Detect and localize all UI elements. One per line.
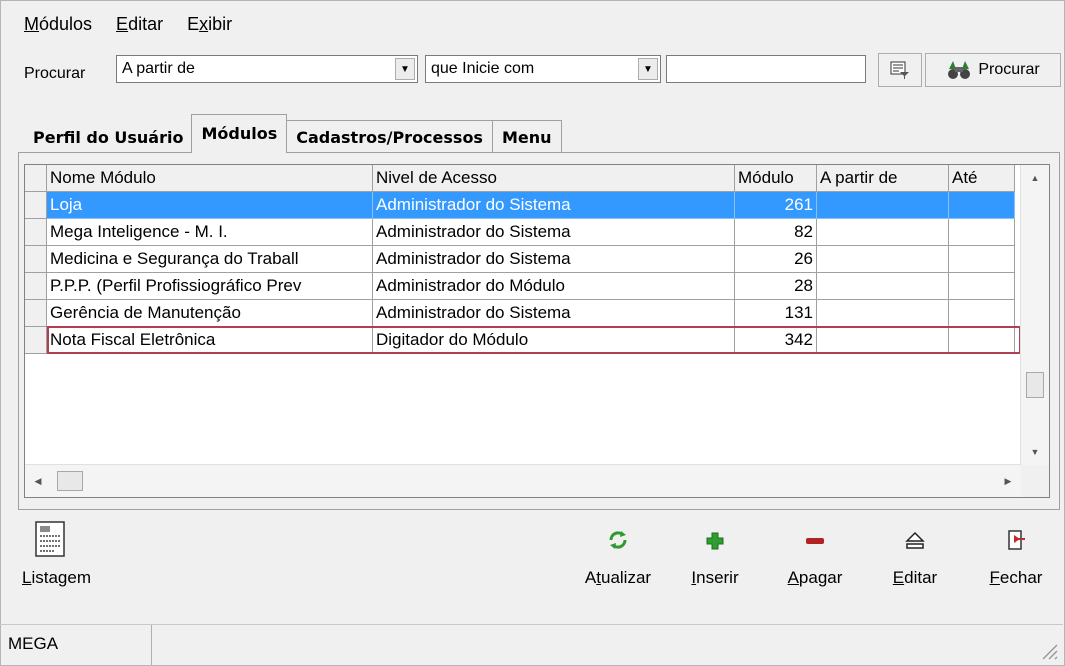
cell-a-partir-de[interactable] (817, 327, 949, 354)
cell-nivel[interactable]: Administrador do Sistema (373, 192, 735, 219)
cell-nivel[interactable]: Digitador do Módulo (373, 327, 735, 354)
vertical-scrollbar[interactable]: ▲ ▼ (1020, 165, 1049, 465)
grid-header: Nome Módulo Nivel de Acesso Módulo A par… (25, 165, 1015, 192)
cell-nivel[interactable]: Administrador do Sistema (373, 246, 735, 273)
plus-icon (706, 532, 724, 550)
scroll-right-icon[interactable]: ▶ (995, 465, 1021, 497)
cell-nome[interactable]: Mega Inteligence - M. I. (47, 219, 373, 246)
editar-button[interactable]: Editar (880, 520, 950, 610)
status-panel-company: MEGA (0, 625, 152, 665)
cell-ate[interactable] (949, 327, 1015, 354)
cell-ate[interactable] (949, 300, 1015, 327)
row-indicator-header (25, 165, 47, 192)
cell-a-partir-de[interactable] (817, 219, 949, 246)
resize-grip-icon[interactable] (1037, 639, 1059, 661)
table-row[interactable]: Medicina e Segurança do Traball Administ… (25, 246, 1015, 273)
horizontal-scrollbar[interactable]: ◀ ▶ (25, 464, 1021, 497)
listagem-button[interactable]: Listagem (22, 520, 122, 610)
column-header-nivel[interactable]: Nivel de Acesso (373, 165, 735, 192)
modules-grid[interactable]: Nome Módulo Nivel de Acesso Módulo A par… (24, 164, 1050, 498)
table-row[interactable]: P.P.P. (Perfil Profissiográfico Prev Adm… (25, 273, 1015, 300)
menu-bar: Módulos Editar Exibir (24, 10, 232, 38)
column-header-a-partir-de[interactable]: A partir de (817, 165, 949, 192)
eject-icon (905, 531, 925, 549)
scroll-down-icon[interactable]: ▼ (1021, 439, 1049, 465)
table-row[interactable]: Gerência de Manutenção Administrador do … (25, 300, 1015, 327)
cell-nome[interactable]: Loja (47, 192, 373, 219)
scroll-left-icon[interactable]: ◀ (25, 465, 51, 497)
column-header-nome[interactable]: Nome Módulo (47, 165, 373, 192)
cell-a-partir-de[interactable] (817, 300, 949, 327)
row-indicator[interactable] (25, 246, 47, 273)
inserir-button[interactable]: Inserir (680, 520, 750, 610)
row-indicator[interactable] (25, 192, 47, 219)
search-toolbar: Procurar A partir de ▼ que Inicie com ▼ … (0, 45, 1063, 97)
cell-nivel[interactable]: Administrador do Sistema (373, 300, 735, 327)
scrollbar-corner (1021, 465, 1049, 497)
tab-perfil-usuario[interactable]: Perfil do Usuário (24, 121, 193, 153)
tab-bar: Perfil do Usuário Módulos Cadastros/Proc… (24, 113, 562, 153)
atualizar-button[interactable]: Atualizar (572, 520, 664, 610)
cell-nivel[interactable]: Administrador do Módulo (373, 273, 735, 300)
cell-modulo[interactable]: 342 (735, 327, 817, 354)
cell-a-partir-de[interactable] (817, 273, 949, 300)
apagar-button[interactable]: Apagar (775, 520, 855, 610)
vertical-scroll-thumb[interactable] (1026, 372, 1044, 398)
cell-nome[interactable]: Gerência de Manutenção (47, 300, 373, 327)
row-indicator[interactable] (25, 300, 47, 327)
menu-modulos[interactable]: Módulos (24, 10, 92, 38)
row-indicator[interactable] (25, 273, 47, 300)
cell-modulo[interactable]: 261 (735, 192, 817, 219)
horizontal-scroll-thumb[interactable] (57, 471, 83, 491)
exit-door-icon (1008, 530, 1025, 550)
minus-icon (806, 538, 824, 544)
binoculars-icon (948, 61, 971, 79)
scroll-up-icon[interactable]: ▲ (1021, 165, 1049, 191)
cell-modulo[interactable]: 82 (735, 219, 817, 246)
column-header-modulo[interactable]: Módulo (735, 165, 817, 192)
tab-menu[interactable]: Menu (491, 120, 562, 153)
cell-ate[interactable] (949, 273, 1015, 300)
search-mode-select[interactable]: que Inicie com ▼ (425, 55, 661, 83)
status-panel-message (152, 625, 1032, 665)
filter-list-icon (890, 61, 909, 79)
cell-ate[interactable] (949, 192, 1015, 219)
search-label: Procurar (24, 65, 86, 82)
cell-ate[interactable] (949, 246, 1015, 273)
menu-editar[interactable]: Editar (116, 10, 163, 38)
fechar-button[interactable]: Fechar (978, 520, 1054, 610)
cell-nome[interactable]: Nota Fiscal Eletrônica (47, 327, 373, 354)
cell-nivel[interactable]: Administrador do Sistema (373, 219, 735, 246)
cell-a-partir-de[interactable] (817, 246, 949, 273)
row-indicator[interactable] (25, 219, 47, 246)
status-bar: MEGA (0, 624, 1063, 665)
cell-ate[interactable] (949, 219, 1015, 246)
cell-modulo[interactable]: 28 (735, 273, 817, 300)
row-indicator[interactable] (25, 327, 47, 354)
cell-modulo[interactable]: 26 (735, 246, 817, 273)
column-header-ate[interactable]: Até (949, 165, 1015, 192)
refresh-icon (609, 531, 627, 549)
search-button[interactable]: Procurar (925, 53, 1061, 87)
table-row[interactable]: Nota Fiscal Eletrônica Digitador do Módu… (25, 327, 1015, 354)
chevron-down-icon[interactable]: ▼ (395, 58, 415, 80)
table-row[interactable]: Loja Administrador do Sistema 261 (25, 192, 1015, 219)
chevron-down-icon[interactable]: ▼ (638, 58, 658, 80)
menu-exibir[interactable]: Exibir (187, 10, 232, 38)
tab-modulos[interactable]: Módulos (191, 114, 288, 153)
report-list-icon (35, 521, 65, 557)
filter-button[interactable] (878, 53, 922, 87)
cell-nome[interactable]: Medicina e Segurança do Traball (47, 246, 373, 273)
cell-modulo[interactable]: 131 (735, 300, 817, 327)
cell-nome[interactable]: P.P.P. (Perfil Profissiográfico Prev (47, 273, 373, 300)
search-field-select[interactable]: A partir de ▼ (116, 55, 418, 83)
search-input[interactable] (666, 55, 866, 83)
tab-cadastros-processos[interactable]: Cadastros/Processos (286, 120, 493, 153)
cell-a-partir-de[interactable] (817, 192, 949, 219)
table-row[interactable]: Mega Inteligence - M. I. Administrador d… (25, 219, 1015, 246)
